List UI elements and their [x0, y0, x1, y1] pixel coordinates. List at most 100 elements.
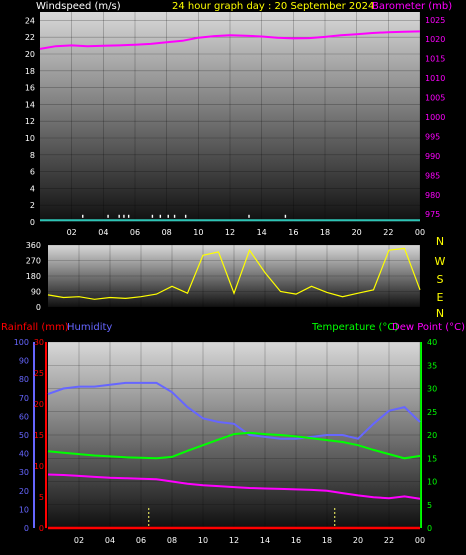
gust-mark — [151, 214, 154, 218]
windspeed-tick-label: 10 — [25, 134, 35, 143]
x-tick-label: 08 — [162, 228, 172, 237]
windspeed-tick-label: 8 — [30, 151, 35, 160]
gust-mark — [107, 214, 109, 218]
barometer-tick-label: 990 — [425, 152, 440, 161]
windspeed-tick-label: 6 — [30, 168, 35, 177]
temperature-tick-label: 15 — [427, 454, 437, 463]
x-tick-label: 10 — [198, 536, 208, 545]
windspeed-tick-label: 4 — [30, 184, 35, 193]
barometer-tick-label: 995 — [425, 132, 440, 141]
x-tick-label: 02 — [67, 228, 77, 237]
barometer-tick-label: 1020 — [425, 35, 445, 44]
x-tick-label: 16 — [288, 228, 298, 237]
gust-mark — [284, 214, 287, 218]
x-tick-label: 22 — [384, 536, 394, 545]
direction-tick-label: 360 — [26, 241, 41, 250]
barometer-tick-label: 1010 — [425, 74, 445, 83]
rainfall-tick-label: 10 — [34, 462, 44, 471]
x-tick-label: 22 — [383, 228, 393, 237]
windspeed-tick-label: 14 — [25, 100, 35, 109]
barometer-tick-label: 1005 — [425, 94, 445, 103]
gust-mark — [118, 214, 120, 218]
direction-tick-label: 270 — [26, 257, 41, 266]
humidity-tick-label: 30 — [19, 468, 29, 477]
humidity-tick-label: 20 — [19, 487, 29, 496]
temperature-tick-label: 10 — [427, 478, 437, 487]
dewpoint-label: Dew Point (°C) — [392, 322, 465, 333]
temperature-tick-label: 30 — [427, 385, 437, 394]
temperature-tick-label: 5 — [427, 501, 432, 510]
rainfall-tick-label: 20 — [34, 400, 44, 409]
x-tick-label: 18 — [322, 536, 332, 545]
compass-label: E — [437, 291, 444, 304]
x-tick-label: 04 — [105, 536, 115, 545]
temperature-label: Temperature (°C) — [311, 322, 398, 333]
humidity-tick-label: 60 — [19, 412, 29, 421]
x-tick-label: 06 — [136, 536, 146, 545]
barometer-tick-label: 1015 — [425, 55, 445, 64]
temperature-tick-label: 35 — [427, 361, 437, 370]
x-tick-label: 20 — [353, 536, 363, 545]
direction-tick-label: 90 — [31, 288, 41, 297]
barometer-tick-label: 1000 — [425, 113, 445, 122]
x-tick-label: 10 — [193, 228, 203, 237]
barometer-axis-ticks: 975 980 985 990 995 1000 1005 1010 1015 1020 1025 — [425, 16, 445, 219]
gust-mark — [123, 214, 125, 218]
x-tick-label: 16 — [291, 536, 301, 545]
windspeed-tick-label: 24 — [25, 16, 35, 25]
x-tick-label: 12 — [225, 228, 235, 237]
humidity-tick-label: 0 — [24, 524, 29, 533]
barometer-tick-label: 980 — [425, 191, 440, 200]
rainfall-tick-label: 0 — [39, 524, 44, 533]
gust-mark — [173, 214, 176, 218]
barometer-label: Barometer (mb) — [372, 1, 452, 12]
wind-barometer-x-ticks: 02 04 06 08 10 12 14 16 18 20 22 00 — [67, 228, 426, 237]
temperature-axis-ticks: 0 5 10 15 20 25 30 35 40 — [427, 338, 437, 533]
wind-direction-axis-ticks: 0 90 180 270 360 — [26, 241, 41, 312]
humidity-tick-label: 40 — [19, 450, 29, 459]
x-tick-label: 20 — [352, 228, 362, 237]
gust-mark — [248, 214, 250, 218]
x-tick-label: 04 — [98, 228, 108, 237]
barometer-tick-label: 1025 — [425, 16, 445, 25]
temperature-tick-label: 25 — [427, 408, 437, 417]
barometer-tick-label: 975 — [425, 210, 440, 219]
x-tick-label: 06 — [130, 228, 140, 237]
windspeed-tick-label: 0 — [30, 218, 35, 227]
temperature-tick-label: 20 — [427, 431, 437, 440]
humidity-tick-label: 80 — [19, 375, 29, 384]
compass-labels: NWSEN — [435, 235, 446, 320]
windspeed-tick-label: 2 — [30, 201, 35, 210]
temperature-x-ticks: 02 04 06 08 10 12 14 16 18 20 22 00 — [74, 536, 425, 545]
compass-label: S — [437, 273, 444, 286]
windspeed-tick-label: 16 — [25, 84, 35, 93]
rainfall-label: Rainfall (mm) — [1, 322, 69, 333]
x-tick-label: 00 — [415, 228, 425, 237]
x-tick-label: 12 — [229, 536, 239, 545]
x-tick-label: 02 — [74, 536, 84, 545]
direction-tick-label: 0 — [36, 303, 41, 312]
x-tick-label: 14 — [257, 228, 267, 237]
compass-label: N — [436, 307, 444, 320]
x-tick-label: 00 — [415, 536, 425, 545]
compass-label: W — [435, 255, 446, 268]
x-tick-label: 08 — [167, 536, 177, 545]
windspeed-tick-label: 12 — [25, 117, 35, 126]
humidity-tick-label: 70 — [19, 394, 29, 403]
weather-graphs: Windspeed (m/s) 24 hour graph day : 20 S… — [1, 1, 465, 545]
rainfall-tick-label: 5 — [39, 493, 44, 502]
temperature-tick-label: 0 — [427, 524, 432, 533]
gust-mark — [82, 214, 84, 218]
x-tick-label: 14 — [260, 536, 270, 545]
rainfall-tick-label: 30 — [34, 338, 44, 347]
gust-mark — [127, 214, 130, 218]
humidity-tick-label: 100 — [14, 338, 29, 347]
humidity-label: Humidity — [67, 322, 112, 333]
rainfall-axis-ticks: 0 5 10 15 20 25 30 — [34, 338, 44, 533]
humidity-tick-label: 10 — [19, 505, 29, 514]
gust-mark — [159, 214, 162, 218]
windspeed-tick-label: 18 — [25, 67, 35, 76]
windspeed-label: Windspeed (m/s) — [36, 1, 121, 12]
windspeed-tick-label: 20 — [25, 50, 35, 59]
direction-tick-label: 180 — [26, 272, 41, 281]
